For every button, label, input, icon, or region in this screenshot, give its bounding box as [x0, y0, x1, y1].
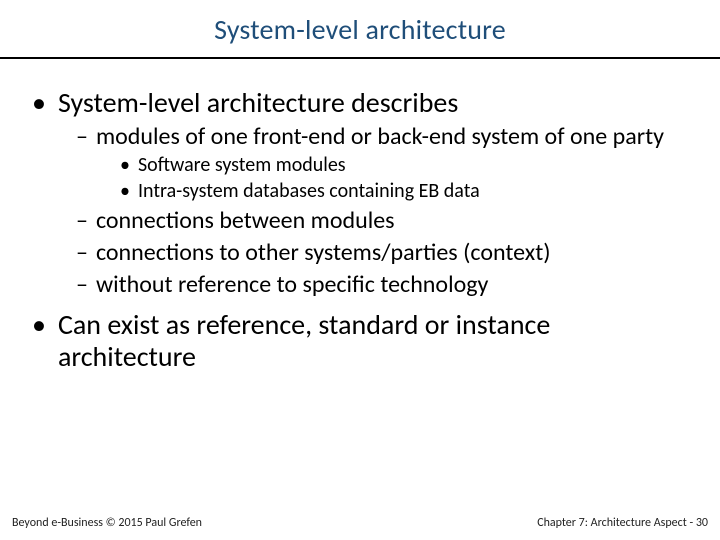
footer: Beyond e-Business © 2015 Paul Grefen Cha… [0, 516, 720, 530]
dash-icon: – [76, 207, 88, 235]
bullet-text: Software system modules [138, 153, 346, 177]
title-area: System-level architecture [0, 0, 720, 53]
footer-right: Chapter 7: Architecture Aspect - 30 [537, 516, 708, 530]
bullet-level2: – modules of one front-end or back-end s… [76, 123, 700, 151]
bullet-level3: • Software system modules [120, 153, 700, 177]
bullet-text: Intra-system databases containing EB dat… [138, 179, 480, 203]
bullet-level2: – connections between modules [76, 207, 700, 235]
bullet-text: modules of one front-end or back-end sys… [96, 123, 664, 151]
bullet-level2: – without reference to specific technolo… [76, 271, 700, 299]
slide: System-level architecture • System-level… [0, 0, 720, 540]
dash-icon: – [76, 239, 88, 267]
slide-title: System-level architecture [0, 12, 720, 47]
bullet-dot-icon: • [32, 309, 46, 341]
content-area: • System-level architecture describes – … [0, 59, 720, 373]
footer-left: Beyond e-Business © 2015 Paul Grefen [12, 516, 202, 530]
bullet-level1: • Can exist as reference, standard or in… [32, 309, 700, 373]
dash-icon: – [76, 123, 88, 151]
bullet-text: connections between modules [96, 207, 395, 235]
dash-icon: – [76, 271, 88, 299]
bullet-level2: – connections to other systems/parties (… [76, 239, 700, 267]
bullet-text: Can exist as reference, standard or inst… [58, 309, 692, 373]
bullet-text: connections to other systems/parties (co… [96, 239, 551, 267]
bullet-dot-icon: • [120, 153, 130, 177]
bullet-dot-icon: • [32, 87, 46, 119]
bullet-dot-icon: • [120, 179, 130, 203]
bullet-text: System-level architecture describes [58, 87, 458, 119]
bullet-text: without reference to specific technology [96, 271, 488, 299]
bullet-level3: • Intra-system databases containing EB d… [120, 179, 700, 203]
bullet-level1: • System-level architecture describes [32, 87, 700, 119]
